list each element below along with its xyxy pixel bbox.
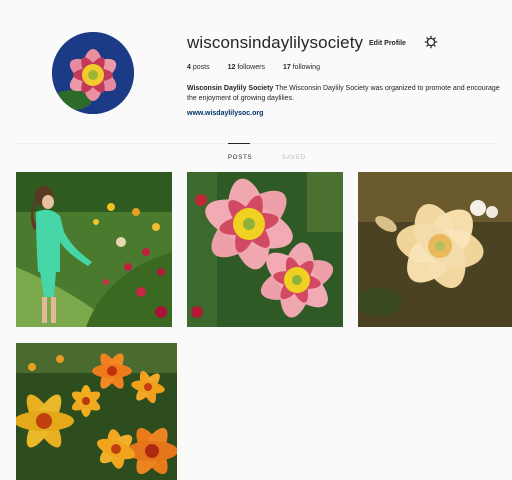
profile-bio: Wisconsin Daylily Society The Wisconsin … [187, 84, 507, 104]
profile-avatar[interactable] [52, 32, 134, 114]
orange-daylilies-image [16, 343, 177, 480]
pink-daylilies-image [187, 172, 343, 327]
profile-username: wisconsindaylilysociety [187, 33, 364, 52]
profile-website-link[interactable]: www.wisdaylilysoc.org [187, 110, 263, 117]
cream-daylily-image [358, 172, 512, 327]
post-tile-3[interactable] [358, 172, 512, 327]
post-tile-2[interactable] [187, 172, 343, 327]
profile-stats: 4 posts 12 followers 17 following [187, 64, 320, 71]
gear-icon[interactable] [424, 35, 438, 49]
tabs-divider [16, 143, 496, 144]
bio-name: Wisconsin Daylily Society [187, 85, 274, 92]
tab-saved[interactable]: SAVED [282, 155, 306, 161]
followers-stat[interactable]: 12 followers [228, 64, 265, 71]
post-tile-4[interactable] [16, 343, 177, 480]
avatar-daylily-image [52, 32, 134, 114]
tab-posts[interactable]: POSTS [228, 155, 252, 161]
post-tile-1[interactable] [16, 172, 172, 327]
posts-stat: 4 posts [187, 64, 210, 71]
girl-in-garden-image [16, 172, 172, 327]
edit-profile-button[interactable]: Edit Profile [362, 34, 413, 52]
active-tab-indicator [228, 143, 250, 144]
following-stat[interactable]: 17 following [283, 64, 320, 71]
